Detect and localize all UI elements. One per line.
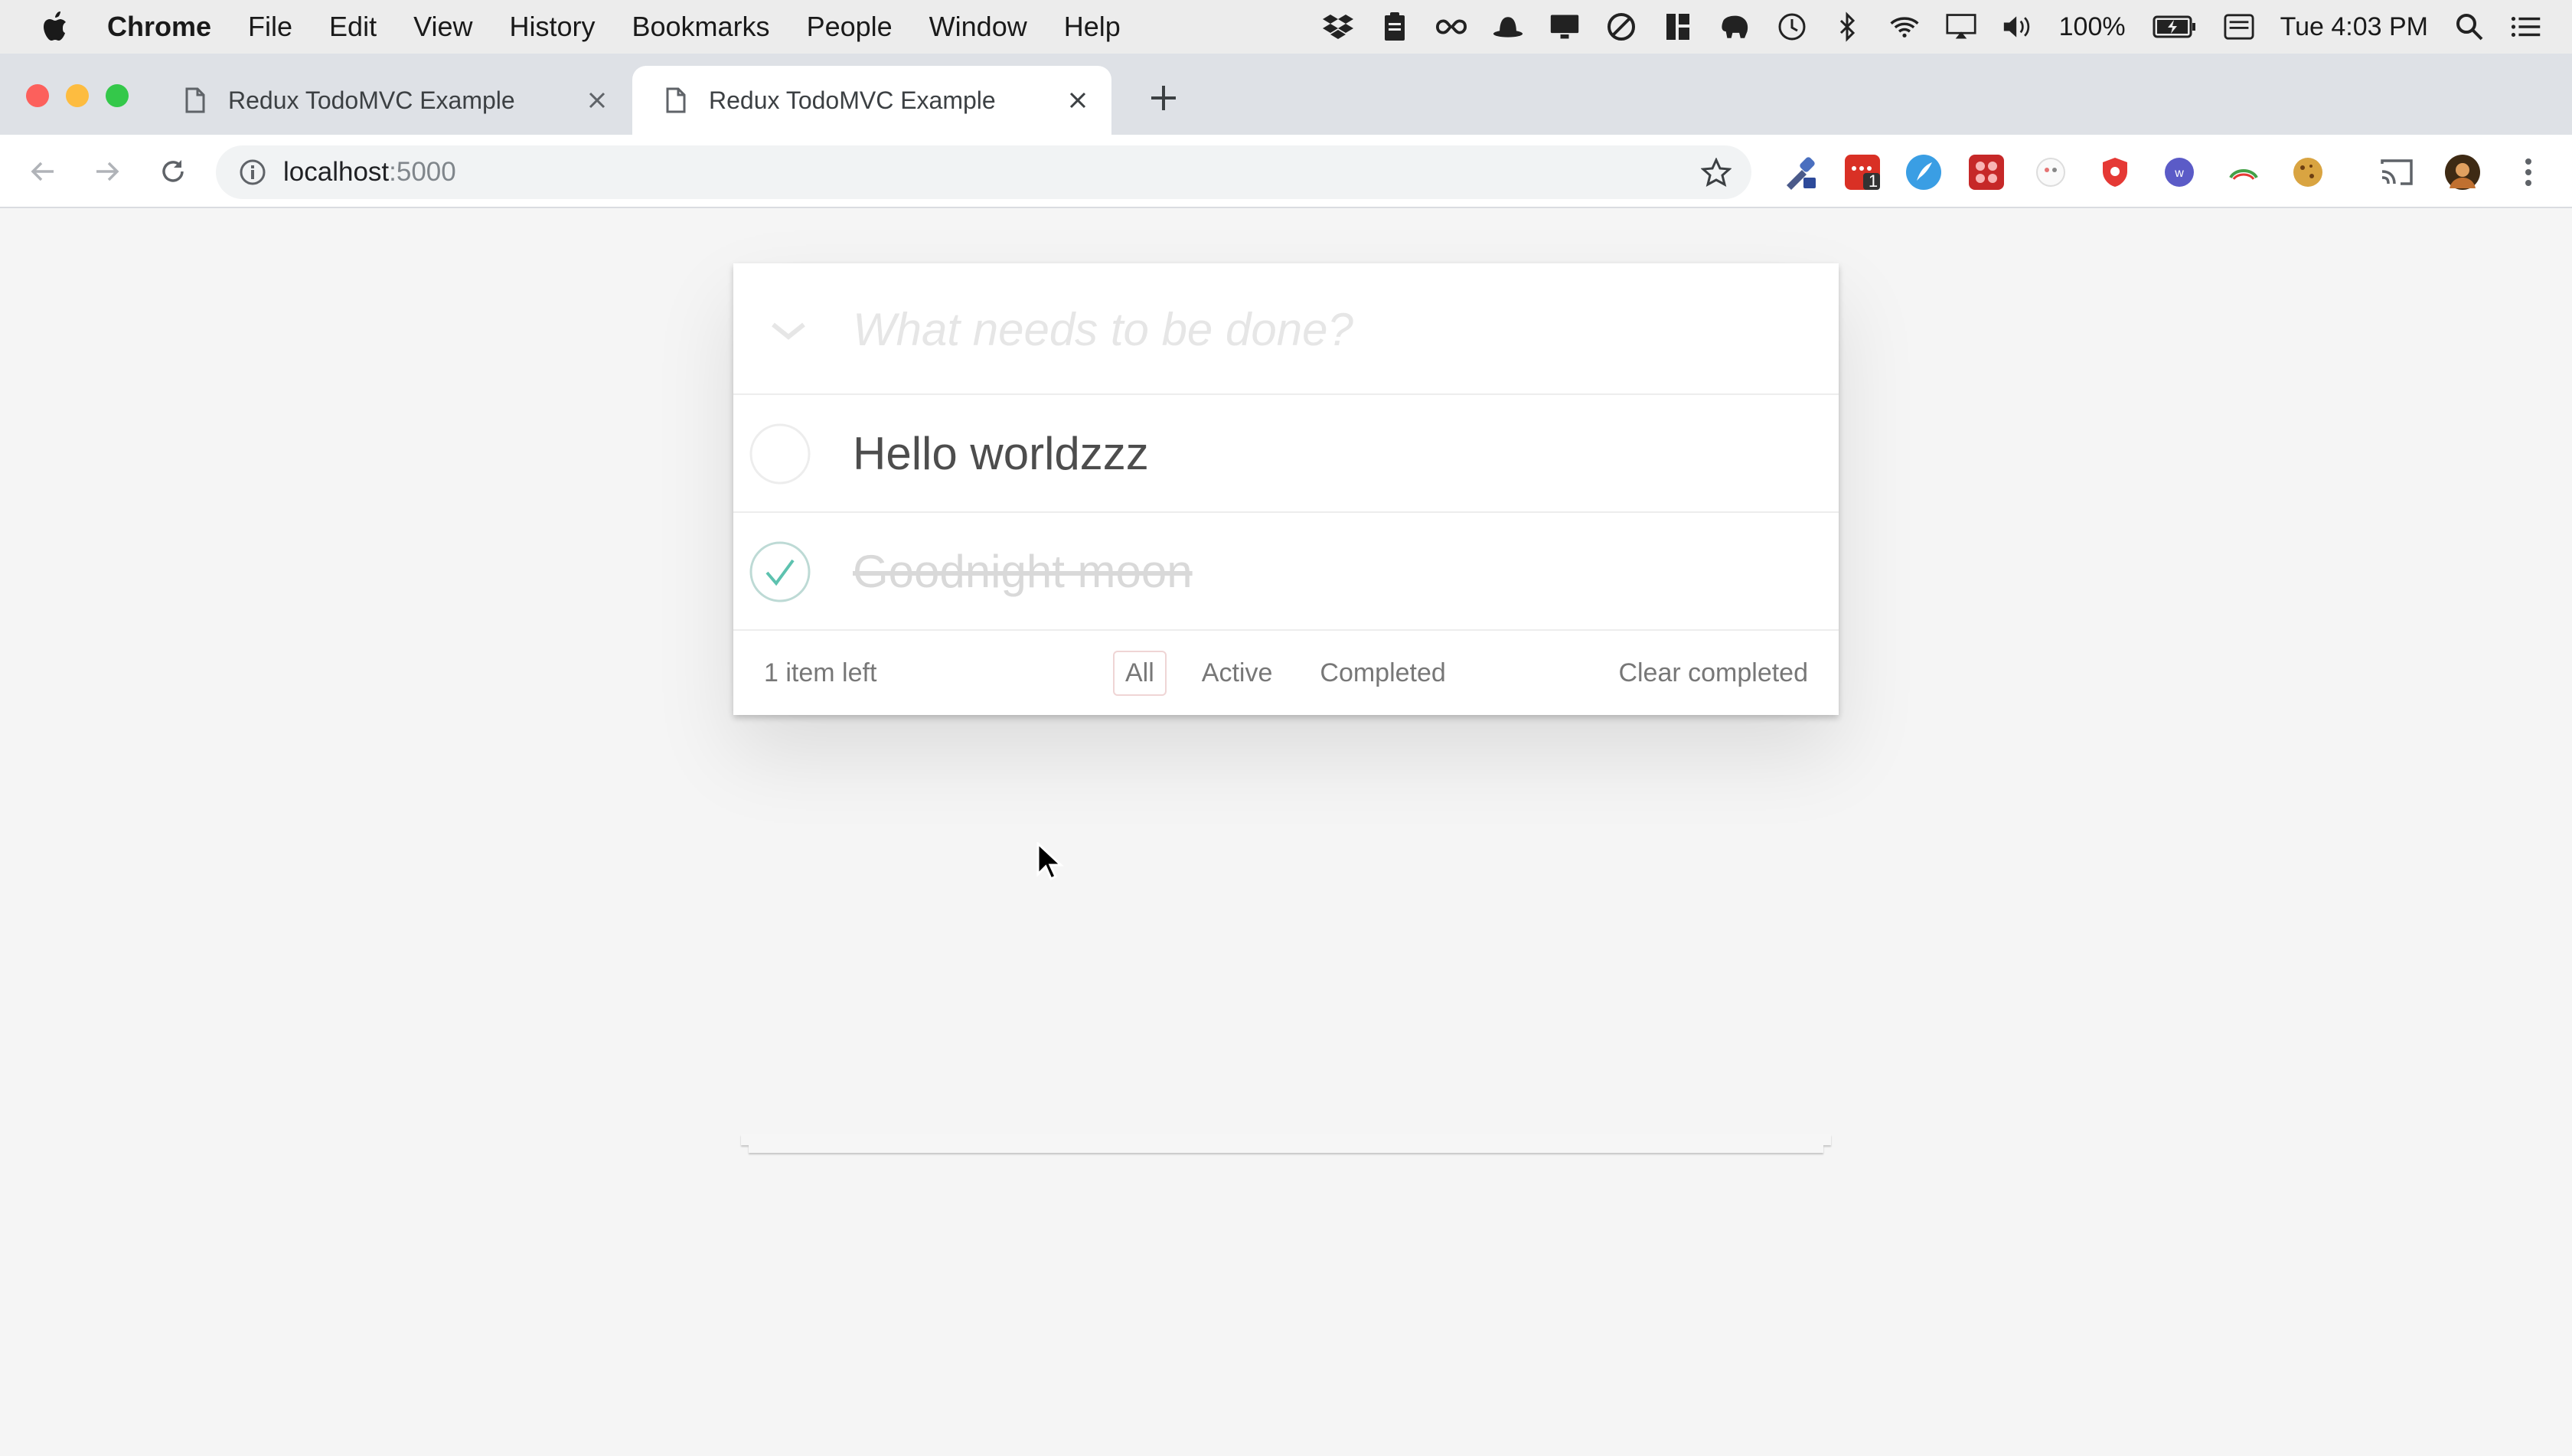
extension-ws-icon[interactable]: w: [2162, 155, 2197, 190]
volume-icon[interactable]: [2002, 11, 2033, 42]
macos-menu-bar: Chrome File Edit View History Bookmarks …: [0, 0, 2572, 54]
todo-item-completed: Goodnight moon: [733, 513, 1839, 631]
page-icon: [666, 87, 686, 113]
display-icon[interactable]: [1549, 11, 1580, 42]
menu-kebab-icon[interactable]: [2511, 155, 2546, 190]
tab-2[interactable]: Redux TodoMVC Example: [632, 66, 1111, 135]
todo-label-completed[interactable]: Goodnight moon: [853, 513, 1193, 631]
extension-badge: 1: [1868, 171, 1878, 191]
battery-icon[interactable]: [2152, 11, 2198, 42]
elephant-icon[interactable]: [1719, 11, 1750, 42]
extension-shield-icon[interactable]: [2097, 155, 2133, 190]
bookmark-star-icon[interactable]: [1700, 157, 1732, 188]
status-area: 100% Tue 4:03 PM: [1322, 0, 2541, 54]
card-stack-edge: [741, 1134, 1831, 1145]
page-icon: [185, 87, 205, 113]
menu-edit[interactable]: Edit: [329, 0, 377, 54]
forward-arrow-icon[interactable]: [89, 153, 126, 190]
filters: All Active Completed: [1113, 650, 1481, 696]
keyboard-input-icon[interactable]: [2224, 11, 2254, 42]
battery-percent: 100%: [2058, 11, 2126, 41]
toggle-all-chevron-icon[interactable]: [764, 311, 813, 348]
new-tab-icon[interactable]: [1148, 83, 1179, 113]
menu-people[interactable]: People: [807, 0, 893, 54]
new-todo-input[interactable]: [853, 263, 1817, 395]
apple-icon[interactable]: [41, 11, 69, 42]
extension-cookie-icon[interactable]: [2290, 155, 2326, 190]
window-minimize-button[interactable]: [66, 84, 89, 107]
extension-eyedropper-icon[interactable]: [1782, 155, 1817, 190]
back-arrow-icon[interactable]: [24, 153, 61, 190]
menu-bookmarks[interactable]: Bookmarks: [632, 0, 770, 54]
todo-toggle-checkbox[interactable]: [749, 423, 811, 485]
cast-icon[interactable]: [2379, 155, 2414, 190]
tab-title: Redux TodoMVC Example: [228, 86, 515, 114]
tab-title: Redux TodoMVC Example: [709, 86, 996, 114]
clear-completed-button[interactable]: Clear completed: [1618, 658, 1808, 688]
url-port: :5000: [389, 157, 456, 187]
tab-1[interactable]: Redux TodoMVC Example: [152, 66, 631, 135]
extension-feather-icon[interactable]: [1906, 155, 1941, 190]
circle-slash-icon[interactable]: [1606, 11, 1637, 42]
todo-app: Hello worldzzz Goodnight moon 1 item lef…: [733, 263, 1839, 715]
menu-window[interactable]: Window: [929, 0, 1027, 54]
card-stack-edge: [749, 1145, 1823, 1153]
todo-count: 1 item left: [764, 658, 877, 687]
bars-icon[interactable]: [1663, 11, 1693, 42]
time-machine-icon[interactable]: [1776, 11, 1807, 42]
info-icon[interactable]: [239, 158, 266, 186]
profile-avatar[interactable]: [2445, 155, 2480, 190]
extension-face-icon[interactable]: [2033, 155, 2068, 190]
menu-history[interactable]: History: [509, 0, 595, 54]
menu-view[interactable]: View: [413, 0, 472, 54]
reload-icon[interactable]: [155, 153, 191, 190]
spotlight-search-icon[interactable]: [2454, 11, 2485, 42]
notification-center-icon[interactable]: [2511, 11, 2541, 42]
svg-text:w: w: [2174, 167, 2184, 180]
url-host: localhost: [283, 157, 390, 187]
bluetooth-icon[interactable]: [1833, 11, 1863, 42]
window-close-button[interactable]: [26, 84, 49, 107]
window-zoom-button[interactable]: [106, 84, 129, 107]
todo-toggle-checkbox-checked[interactable]: [749, 540, 811, 603]
tab-close-icon[interactable]: [1062, 85, 1093, 116]
filter-completed[interactable]: Completed: [1307, 651, 1457, 696]
menu-help[interactable]: Help: [1064, 0, 1121, 54]
clipboard-icon[interactable]: [1379, 11, 1410, 42]
extension-grid-icon[interactable]: [1969, 155, 2004, 190]
todo-item: Hello worldzzz: [733, 395, 1839, 513]
menu-chrome[interactable]: Chrome: [107, 0, 211, 54]
infinity-icon[interactable]: [1435, 11, 1467, 42]
dropbox-icon[interactable]: [1322, 11, 1353, 42]
filter-all[interactable]: All: [1113, 650, 1167, 696]
todo-label[interactable]: Hello worldzzz: [853, 395, 1149, 513]
new-todo-row: [733, 263, 1839, 395]
airplay-icon[interactable]: [1946, 11, 1976, 42]
menu-file[interactable]: File: [248, 0, 292, 54]
todo-footer: 1 item left All Active Completed Clear c…: [733, 631, 1839, 715]
mouse-cursor-icon: [1035, 841, 1066, 885]
hat-icon[interactable]: [1493, 11, 1523, 42]
tab-close-icon[interactable]: [582, 85, 612, 116]
filter-active[interactable]: Active: [1190, 651, 1285, 696]
extension-rainbow-icon[interactable]: [2226, 155, 2261, 190]
address-bar[interactable]: localhost :5000: [216, 145, 1751, 199]
clock[interactable]: Tue 4:03 PM: [2280, 12, 2428, 42]
wifi-icon[interactable]: [1889, 11, 1920, 42]
